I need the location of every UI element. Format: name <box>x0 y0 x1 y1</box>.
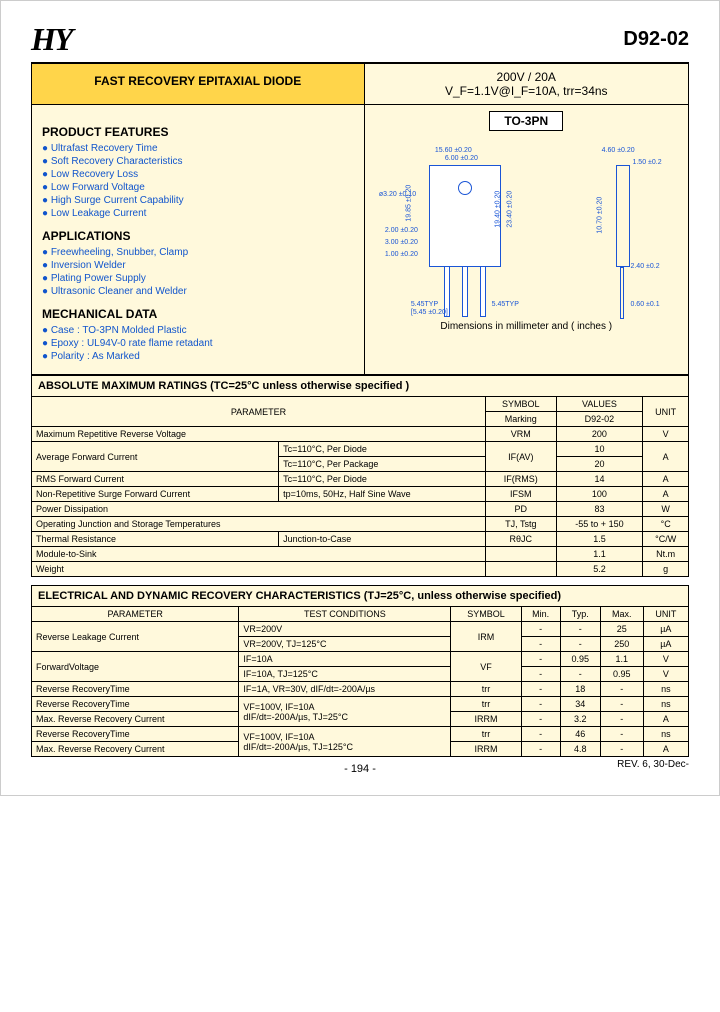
left-column: PRODUCT FEATURES Ultrafast Recovery Time… <box>32 105 365 374</box>
applications-heading: APPLICATIONS <box>42 229 354 243</box>
features-heading: PRODUCT FEATURES <box>42 125 354 139</box>
package-diagram: 15.60 ±0.20 6.00 ±0.20 ø3.20 ±0.10 5.45T… <box>371 137 683 313</box>
bullet-item: Freewheeling, Snubber, Clamp <box>42 247 354 258</box>
page-number: - 194 - <box>344 763 376 775</box>
package-front-view: 15.60 ±0.20 6.00 ±0.20 ø3.20 ±0.10 5.45T… <box>415 145 515 305</box>
bullet-item: Plating Power Supply <box>42 273 354 284</box>
elec-table: PARAMETER TEST CONDITIONS SYMBOL Min. Ty… <box>31 606 689 757</box>
bullet-item: Soft Recovery Characteristics <box>42 156 354 167</box>
bullet-item: Polarity : As Marked <box>42 351 354 362</box>
spec-line1: 200V / 20A <box>371 70 683 84</box>
bullet-item: Ultrasonic Cleaner and Welder <box>42 286 354 297</box>
absmax-title: ABSOLUTE MAXIMUM RATINGS (TC=25°C unless… <box>31 375 689 396</box>
bullet-item: Inversion Welder <box>42 260 354 271</box>
mechanical-heading: MECHANICAL DATA <box>42 307 354 321</box>
bullet-item: Epoxy : UL94V-0 rate flame retadant <box>42 338 354 349</box>
bullet-item: Ultrafast Recovery Time <box>42 143 354 154</box>
package-label: TO-3PN <box>489 111 563 131</box>
datasheet-page: HY D92-02 FAST RECOVERY EPITAXIAL DIODE … <box>0 0 720 796</box>
package-side-view: 4.60 ±0.20 1.50 ±0.2 10.70 ±0.20 2.40 ±0… <box>608 145 638 305</box>
bullet-item: Low Forward Voltage <box>42 182 354 193</box>
company-logo: HY <box>31 21 71 58</box>
bullet-item: High Surge Current Capability <box>42 195 354 206</box>
bullet-item: Low Leakage Current <box>42 208 354 219</box>
absmax-table: PARAMETER SYMBOL VALUES UNIT Marking D92… <box>31 396 689 577</box>
part-number: D92-02 <box>623 28 689 51</box>
bullet-item: Low Recovery Loss <box>42 169 354 180</box>
revision: REV. 6, 30-Dec- <box>617 759 689 770</box>
package-drawing-area: TO-3PN 15.60 ±0.20 6.00 ±0.20 ø3.20 ±0.1… <box>365 105 689 374</box>
page-footer: REV. 6, 30-Dec- - 194 - <box>31 763 689 775</box>
bullet-item: Case : TO-3PN Molded Plastic <box>42 325 354 336</box>
page-header: HY D92-02 <box>31 21 689 64</box>
product-title: FAST RECOVERY EPITAXIAL DIODE <box>32 64 365 104</box>
elec-title: ELECTRICAL AND DYNAMIC RECOVERY CHARACTE… <box>31 585 689 606</box>
dimensions-note: Dimensions in millimeter and ( inches ) <box>371 321 683 332</box>
top-specs: 200V / 20A V_F=1.1V@I_F=10A, trr=34ns <box>365 64 689 104</box>
spec-line2: V_F=1.1V@I_F=10A, trr=34ns <box>371 84 683 98</box>
